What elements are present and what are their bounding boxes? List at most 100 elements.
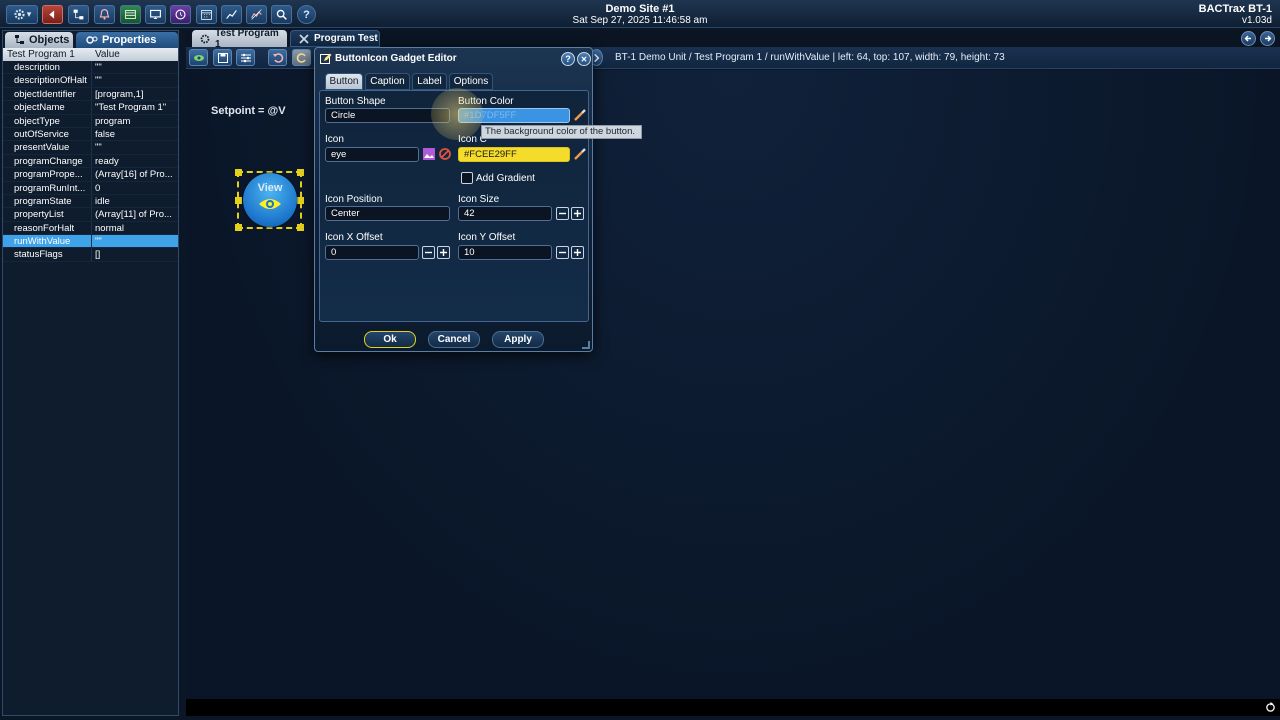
property-value: [] — [91, 248, 178, 261]
property-row[interactable]: description "" — [3, 61, 178, 75]
tab-button[interactable]: Button — [325, 73, 363, 90]
property-name: programChange — [14, 155, 83, 167]
tab-properties[interactable]: Properties — [76, 32, 178, 48]
property-row[interactable]: programRunInt... 0 — [3, 181, 178, 195]
icon-x-offset-increment[interactable] — [437, 246, 450, 259]
color-picker-icon[interactable] — [573, 108, 587, 122]
view-gadget-selection[interactable]: View — [235, 169, 304, 231]
resize-handle-mr[interactable] — [297, 197, 304, 204]
header-name: Test Program 1 — [7, 49, 75, 60]
resize-handle-tr[interactable] — [297, 169, 304, 176]
save-button[interactable] — [213, 49, 232, 66]
property-name: objectName — [14, 102, 65, 114]
property-row[interactable]: outOfService false — [3, 127, 178, 142]
setpoint-text[interactable]: Setpoint = @V — [211, 105, 286, 117]
resize-handle-bl[interactable] — [235, 224, 242, 231]
apply-label: Apply — [504, 334, 532, 345]
color-picker-icon[interactable] — [573, 147, 587, 161]
tab-program-test[interactable]: Program Test — [290, 30, 380, 47]
cancel-label: Cancel — [437, 334, 471, 345]
icon-label: Icon — [325, 134, 344, 145]
redo-button[interactable] — [292, 49, 311, 66]
tab-properties-label: Properties — [102, 34, 157, 46]
icon-field[interactable]: eye — [325, 147, 419, 162]
property-row[interactable]: reasonForHalt normal — [3, 221, 178, 236]
resize-handle-ml[interactable] — [235, 197, 242, 204]
icon-color-field[interactable]: #FCEE29FF — [458, 147, 570, 162]
icon-y-offset-field[interactable]: 10 — [458, 245, 552, 260]
property-row[interactable]: objectType program — [3, 114, 178, 128]
property-value: program — [91, 114, 178, 127]
tab-objects-label: Objects — [29, 34, 70, 46]
add-gradient-checkbox[interactable] — [461, 172, 473, 184]
eye-icon — [193, 54, 204, 61]
property-row[interactable]: programChange ready — [3, 154, 178, 169]
button-color-field[interactable]: #1D7DF5FF — [458, 108, 570, 123]
property-row[interactable]: programState idle — [3, 194, 178, 209]
tools-icon — [299, 33, 309, 44]
resize-handle-br[interactable] — [297, 224, 304, 231]
close-icon: ✕ — [580, 54, 588, 64]
plus-icon — [574, 210, 581, 217]
tab-objects[interactable]: Objects — [5, 32, 73, 48]
help-icon: ? — [565, 54, 571, 64]
property-table-header: Test Program 1 Value — [3, 48, 178, 61]
clear-icon[interactable] — [438, 147, 452, 161]
tab-test-program-1[interactable]: Test Program 1 — [192, 28, 287, 50]
property-row[interactable]: presentValue "" — [3, 141, 178, 155]
property-row[interactable]: objectIdentifier [program,1] — [3, 87, 178, 102]
top-bar: ▾ ? Demo Site #1 Sat Sep 27, 2025 11:46:… — [0, 0, 1280, 28]
image-browse-icon[interactable] — [422, 147, 436, 161]
icon-size-field[interactable]: 42 — [458, 206, 552, 221]
nav-left-button[interactable] — [1241, 31, 1256, 46]
view-button[interactable]: View — [243, 173, 297, 227]
apply-button[interactable]: Apply — [492, 331, 544, 348]
property-name: outOfService — [14, 128, 69, 140]
property-value: normal — [91, 221, 178, 235]
property-value: (Array[16] of Pro... — [91, 168, 178, 181]
eye-icon — [259, 199, 281, 209]
tab-label: Button — [329, 76, 359, 87]
resize-handle-tl[interactable] — [235, 169, 242, 176]
tab-options[interactable]: Options — [449, 73, 493, 90]
icon-x-offset-field[interactable]: 0 — [325, 245, 419, 260]
tab-label: Caption — [370, 76, 405, 87]
dialog-help-button[interactable]: ? — [561, 52, 575, 66]
property-name: presentValue — [14, 142, 70, 154]
button-shape-select[interactable]: Circle — [325, 108, 450, 123]
property-row[interactable]: statusFlags [] — [3, 248, 178, 262]
icon-position-select[interactable]: Center — [325, 206, 450, 221]
add-gradient-label: Add Gradient — [476, 173, 535, 184]
undo-button[interactable] — [268, 49, 287, 66]
dialog-resize-grip[interactable] — [582, 341, 590, 349]
dialog-close-button[interactable]: ✕ — [577, 52, 591, 66]
property-row[interactable]: programPrope... (Array[16] of Pro... — [3, 168, 178, 182]
property-row[interactable]: propertyList (Array[11] of Pro... — [3, 208, 178, 222]
save-icon — [217, 52, 228, 63]
icon-x-offset-decrement[interactable] — [422, 246, 435, 259]
arrow-right-icon — [1265, 35, 1272, 42]
icon-y-offset-increment[interactable] — [571, 246, 584, 259]
icon-y-offset-decrement[interactable] — [556, 246, 569, 259]
sliders-icon — [240, 53, 251, 62]
tab-caption[interactable]: Caption — [365, 73, 410, 90]
icon-size-decrement[interactable] — [556, 207, 569, 220]
property-row[interactable]: descriptionOfHalt "" — [3, 74, 178, 88]
property-value: "" — [91, 61, 178, 74]
refresh-icon[interactable] — [1265, 702, 1276, 713]
nav-right-button[interactable] — [1260, 31, 1275, 46]
button-color-tooltip: The background color of the button. — [481, 125, 642, 139]
property-value: [program,1] — [91, 87, 178, 101]
property-name: descriptionOfHalt — [14, 75, 87, 87]
property-value: "Test Program 1" — [91, 101, 178, 114]
icon-size-increment[interactable] — [571, 207, 584, 220]
minus-icon — [559, 212, 566, 215]
ok-button[interactable]: Ok — [364, 331, 416, 348]
preview-button[interactable] — [189, 49, 208, 66]
redo-icon — [296, 52, 306, 63]
tab-label-settings[interactable]: Label — [412, 73, 447, 90]
property-row[interactable]: objectName "Test Program 1" — [3, 101, 178, 115]
settings-button[interactable] — [236, 49, 255, 66]
cancel-button[interactable]: Cancel — [428, 331, 480, 348]
property-row[interactable]: runWithValue "" — [3, 235, 178, 249]
